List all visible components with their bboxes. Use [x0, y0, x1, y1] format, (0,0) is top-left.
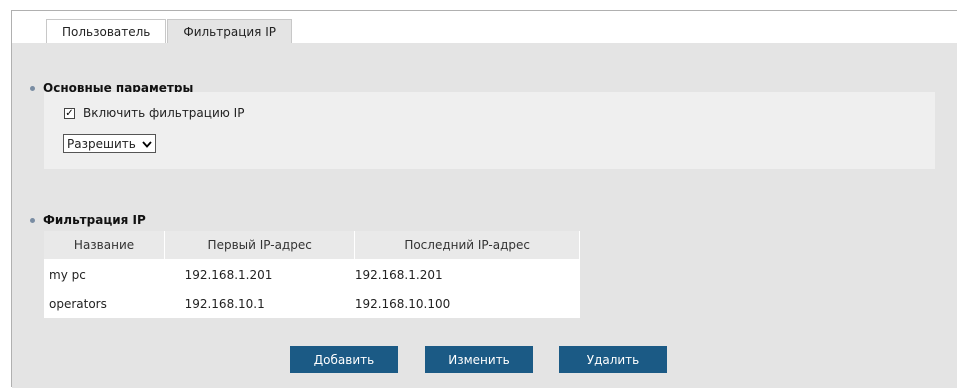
ip-filter-title: Фильтрация IP — [43, 213, 146, 227]
row-last-ip: 192.168.1.201 — [354, 259, 580, 289]
ip-filter-table: Название Первый IP-адрес Последний IP-ад… — [44, 231, 580, 318]
filter-mode-value: Разрешить — [67, 136, 136, 151]
column-header-first-ip: Первый IP-адрес — [164, 231, 356, 260]
row-first-ip: 192.168.10.1 — [164, 289, 355, 318]
column-header-name: Название — [44, 231, 166, 260]
tab-content-panel: Основные параметры ✓ Включить фильтрацию… — [12, 43, 957, 388]
tab-user[interactable]: Пользователь — [46, 19, 167, 43]
enable-filter-checkbox[interactable]: ✓ — [64, 107, 75, 119]
column-header-last-ip: Последний IP-адрес — [354, 231, 580, 260]
chevron-down-icon — [142, 140, 152, 148]
add-button[interactable]: Добавить — [290, 346, 398, 373]
settings-window: Пользователь Фильтрация IP Основные пара… — [11, 10, 957, 388]
table-row[interactable]: operators 192.168.10.1 192.168.10.100 — [44, 289, 580, 318]
row-last-ip: 192.168.10.100 — [354, 289, 580, 318]
ip-filter-heading: Фильтрация IP — [30, 213, 146, 227]
dot-icon — [30, 217, 35, 223]
main-params-panel: ✓ Включить фильтрацию IP Разрешить — [44, 92, 935, 169]
dot-icon — [30, 85, 35, 91]
table-row[interactable]: my pc 192.168.1.201 192.168.1.201 — [44, 259, 580, 289]
enable-filter-row[interactable]: ✓ Включить фильтрацию IP — [64, 106, 244, 120]
enable-filter-label: Включить фильтрацию IP — [83, 106, 245, 120]
row-name: operators — [44, 289, 165, 318]
tab-ip-filter[interactable]: Фильтрация IP — [167, 19, 292, 43]
filter-mode-select[interactable]: Разрешить — [63, 134, 156, 153]
table-header-row: Название Первый IP-адрес Последний IP-ад… — [44, 231, 580, 260]
delete-button[interactable]: Удалить — [559, 346, 667, 373]
row-first-ip: 192.168.1.201 — [164, 259, 355, 289]
row-name: my pc — [44, 259, 165, 289]
tab-bar: Пользователь Фильтрация IP — [46, 19, 293, 43]
edit-button[interactable]: Изменить — [425, 346, 533, 373]
